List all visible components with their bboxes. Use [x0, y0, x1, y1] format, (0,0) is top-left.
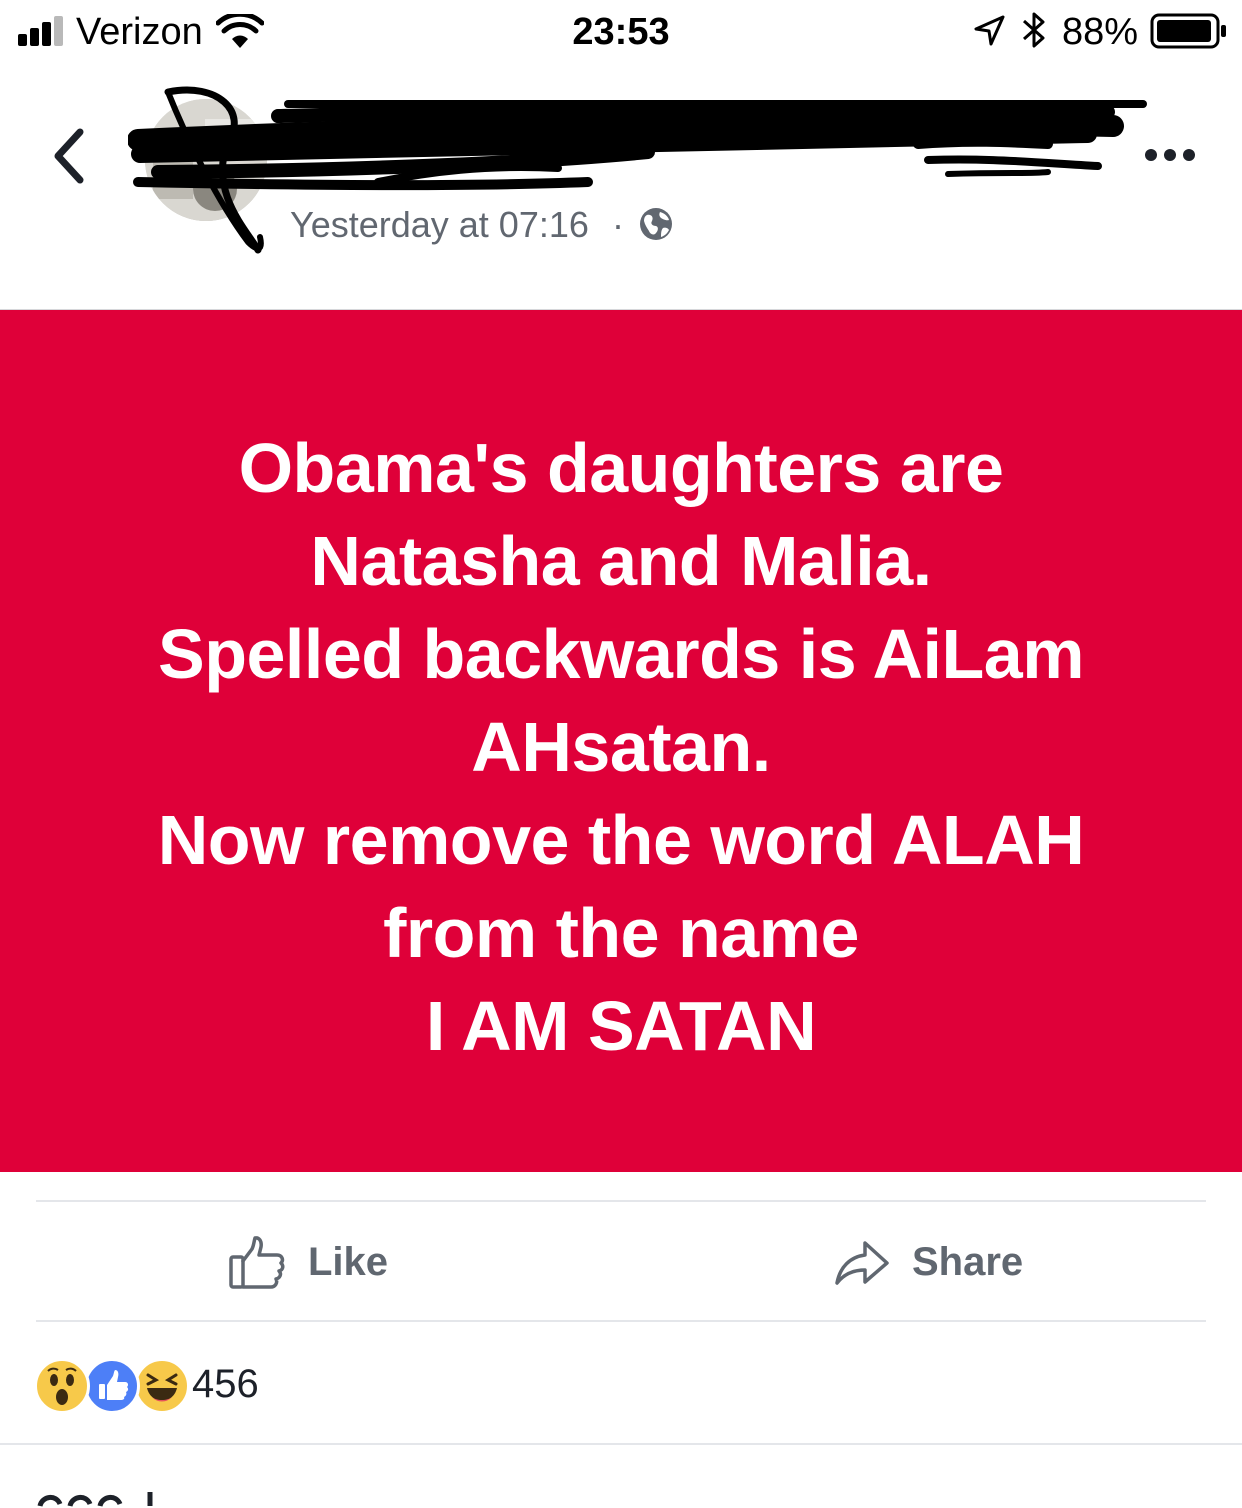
- author-avatar[interactable]: [145, 99, 267, 221]
- author-name-redacted[interactable]: [290, 96, 1120, 188]
- share-label: Share: [912, 1239, 1024, 1284]
- image-text-line: Natasha and Malia.: [310, 522, 932, 600]
- battery-icon: [1150, 13, 1226, 49]
- back-chevron-icon[interactable]: [44, 124, 96, 188]
- like-button[interactable]: Like: [228, 1230, 388, 1294]
- cut-off-text: [37, 1492, 153, 1507]
- share-button[interactable]: Share: [832, 1230, 1023, 1294]
- wow-reaction-icon: [34, 1358, 90, 1414]
- bluetooth-icon: [1022, 12, 1045, 48]
- reaction-summary[interactable]: [34, 1358, 190, 1414]
- like-label: Like: [308, 1239, 389, 1284]
- divider: [36, 1200, 1206, 1202]
- like-reaction-icon: [84, 1358, 140, 1414]
- reaction-count[interactable]: 456: [192, 1358, 259, 1410]
- image-text-line: AHsatan.: [471, 708, 771, 786]
- status-time: 23:53: [572, 11, 670, 53]
- more-options-icon[interactable]: [1144, 146, 1196, 164]
- status-bar: Verizon 23:53 88%: [0, 0, 1242, 64]
- post-image-text: Obama's daughters are Natasha and Malia.…: [40, 422, 1202, 1073]
- avatar-photo: [145, 99, 267, 221]
- image-text-line: Now remove the word ALAH: [157, 801, 1085, 879]
- image-text-line: Spelled backwards is AiLam: [158, 615, 1084, 693]
- divider: [36, 1320, 1206, 1322]
- post-image[interactable]: Obama's daughters are Natasha and Malia.…: [0, 309, 1242, 1172]
- location-arrow-icon: [974, 15, 1005, 46]
- post-timestamp[interactable]: Yesterday at 07:16: [290, 204, 589, 246]
- image-text-line: from the name: [383, 894, 859, 972]
- globe-icon: [640, 208, 672, 240]
- divider: [0, 1443, 1242, 1445]
- share-arrow-icon: [835, 1241, 889, 1285]
- thumbs-up-icon: [229, 1236, 285, 1289]
- battery-percentage: 88%: [1062, 11, 1139, 53]
- image-text-line: Obama's daughters are: [238, 429, 1004, 507]
- haha-reaction-icon: [134, 1358, 190, 1414]
- timestamp-separator: ·: [612, 204, 624, 245]
- image-text-line: I AM SATAN: [425, 987, 817, 1065]
